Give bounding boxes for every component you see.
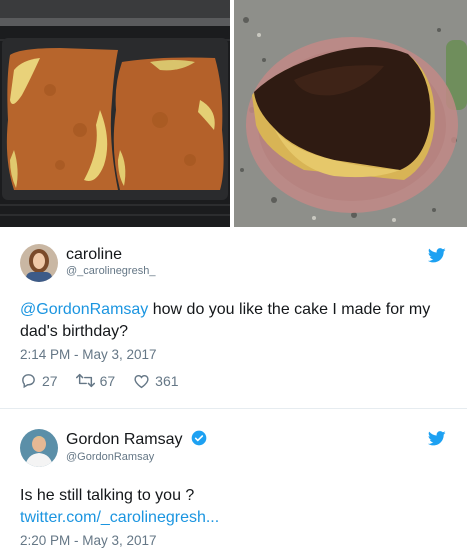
author-name-text: Gordon Ramsay [66,431,183,448]
tweet-caroline: caroline @_carolinegresh_ @GordonRamsay … [0,227,467,408]
twitter-bird-icon[interactable] [428,431,446,446]
tweet-gordon: Gordon Ramsay @GordonRamsay Is he still … [0,409,467,556]
reply-action[interactable]: 27 [20,372,58,389]
mention-gordonramsay[interactable]: @GordonRamsay [20,301,148,318]
tweet-timestamp[interactable]: 2:20 PM - May 3, 2017 [20,533,157,548]
author-handle[interactable]: @_carolinegresh_ [66,265,155,277]
avatar-caroline[interactable] [20,244,58,282]
frosted-cake-photo[interactable] [234,0,467,227]
reply-count: 27 [42,372,58,389]
avatar-gordon-image [20,429,58,467]
tweet-text-body: Is he still talking to you ? [20,487,195,504]
author-name[interactable]: Gordon Ramsay [66,430,207,449]
tweet-timestamp[interactable]: 2:14 PM - May 3, 2017 [20,347,157,362]
frosted-cake-image [234,0,467,227]
avatar-gordon[interactable] [20,429,58,467]
like-action[interactable]: 361 [133,372,179,389]
author-name[interactable]: caroline [66,246,122,264]
tweet-text: Is he still talking to you ? twitter.com… [20,485,450,529]
twitter-bird-icon[interactable] [428,248,446,263]
cake-pan-photo[interactable] [0,0,230,227]
like-icon [134,374,149,388]
verified-badge-icon [191,430,207,446]
reply-icon [22,374,35,389]
author-handle[interactable]: @GordonRamsay [66,451,154,463]
tweet-text: @GordonRamsay how do you like the cake I… [20,299,450,343]
tweet-photos [0,0,467,227]
avatar-caroline-image [20,244,58,282]
tweet-link[interactable]: twitter.com/_carolinegresh... [20,507,450,529]
tweet-actions: 27 67 361 [20,372,197,389]
cake-pan-image [0,0,230,227]
retweet-count: 67 [99,372,116,389]
retweet-action[interactable]: 67 [75,372,116,389]
like-count: 361 [155,372,179,389]
retweet-icon [75,373,95,388]
